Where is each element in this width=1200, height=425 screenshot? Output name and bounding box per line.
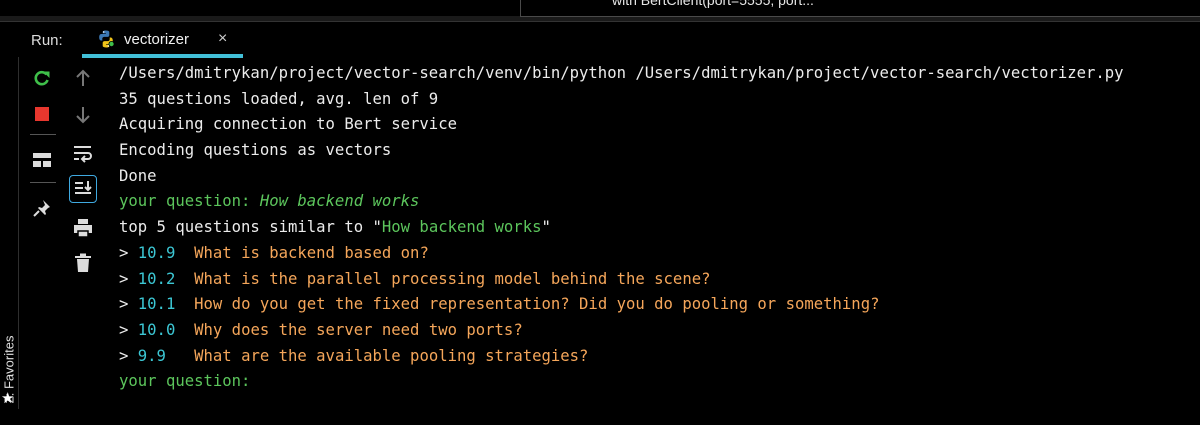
editor-tooltip: with BertClient(port=5555, port...	[612, 0, 814, 8]
prompt-label: your question:	[119, 192, 260, 211]
result-row: > 10.9 What is backend based on?	[119, 241, 1194, 267]
result-gap	[175, 295, 194, 313]
top-suffix: "	[541, 218, 551, 237]
result-gap	[175, 244, 194, 262]
console-line-done: Done	[119, 166, 157, 185]
toolbar-separator	[30, 182, 56, 183]
editor-split-divider	[520, 0, 521, 16]
console-line-loaded: 35 questions loaded, avg. len of 9	[119, 89, 439, 108]
result-text: What are the available pooling strategie…	[194, 346, 589, 365]
rerun-icon[interactable]	[29, 65, 55, 91]
trash-icon[interactable]	[70, 250, 96, 276]
result-row: > 10.1 How do you get the fixed represen…	[119, 292, 1194, 318]
close-icon[interactable]: ×	[218, 30, 227, 48]
console-line-top: top 5 questions similar to "How backend …	[119, 215, 1194, 241]
console-line-prompt: your question: How backend works	[119, 189, 1194, 215]
run-label: Run:	[31, 32, 63, 49]
result-row: > 10.0 Why does the server need two port…	[119, 318, 1194, 344]
result-gap	[175, 270, 194, 288]
favorites-tool-button[interactable]: 2: Favorites	[2, 315, 17, 425]
console-line-prompt-final[interactable]: your question:	[119, 369, 1194, 395]
down-arrow-icon[interactable]	[70, 102, 96, 128]
result-text: What is the parallel processing model be…	[194, 269, 711, 288]
user-query: How backend works	[259, 192, 420, 211]
result-gap	[175, 321, 194, 339]
star-icon: ★	[1, 390, 15, 407]
stop-icon[interactable]	[29, 101, 55, 127]
console-line-command: /Users/dmitrykan/project/vector-search/v…	[119, 64, 1124, 82]
top-prefix: top 5 questions similar to "	[119, 218, 382, 237]
console-output[interactable]: /Users/dmitrykan/project/vector-search/v…	[119, 61, 1194, 401]
up-arrow-icon[interactable]	[70, 65, 96, 91]
run-tab-label: vectorizer	[124, 31, 190, 48]
layout-icon[interactable]	[29, 147, 55, 173]
result-text: Why does the server need two ports?	[194, 320, 523, 339]
result-row: > 9.9 What are the available pooling str…	[119, 344, 1194, 370]
top-query: How backend works	[381, 218, 542, 237]
soft-wrap-icon[interactable]	[70, 140, 96, 166]
editor-area-top: with BertClient(port=5555, port...	[0, 0, 1200, 21]
python-icon	[96, 29, 116, 49]
result-text: How do you get the fixed representation?…	[194, 295, 880, 314]
run-tab-vectorizer[interactable]: vectorizer ×	[82, 22, 243, 58]
pin-icon[interactable]	[29, 195, 55, 221]
result-score: 10.2	[137, 269, 176, 288]
toolbar-separator	[30, 134, 56, 135]
scroll-to-end-icon[interactable]	[69, 175, 97, 203]
result-marker: >	[119, 295, 138, 314]
active-tab-indicator	[82, 54, 243, 58]
result-row: > 10.2 What is the parallel processing m…	[119, 267, 1194, 293]
result-score: 9.9	[137, 346, 166, 365]
result-marker: >	[119, 269, 138, 288]
result-text: What is backend based on?	[194, 243, 429, 262]
console-line-acquiring: Acquiring connection to Bert service	[119, 115, 457, 134]
result-score: 10.9	[137, 243, 176, 262]
top-divider-right	[520, 16, 1200, 17]
run-tool-window-header: Run: vectorizer ×	[0, 21, 1200, 58]
result-score: 10.0	[137, 320, 176, 339]
result-marker: >	[119, 320, 138, 339]
result-score: 10.1	[137, 295, 176, 314]
result-marker: >	[119, 243, 138, 262]
console-line-encoding: Encoding questions as vectors	[119, 141, 392, 160]
result-marker: >	[119, 346, 138, 365]
result-gap	[166, 347, 194, 365]
print-icon[interactable]	[70, 215, 96, 241]
favorites-side-strip: 2: Favorites ★	[0, 57, 19, 409]
